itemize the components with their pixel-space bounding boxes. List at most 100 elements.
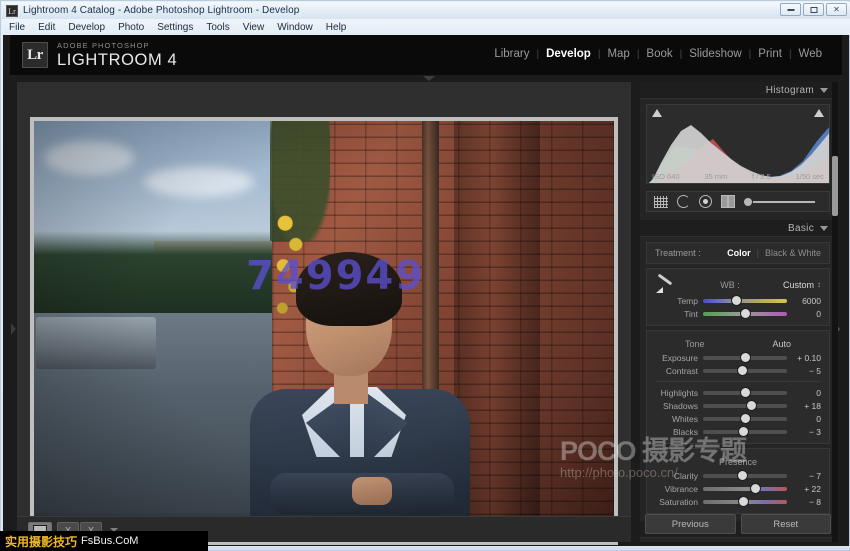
presence-section-title-row: Presence bbox=[655, 454, 821, 469]
shadow-clipping-indicator-icon[interactable] bbox=[652, 109, 662, 117]
white-balance-selector-icon[interactable] bbox=[655, 276, 677, 294]
slider-value-exposure: + 0.10 bbox=[787, 353, 821, 363]
module-develop[interactable]: Develop bbox=[539, 48, 598, 60]
module-library[interactable]: Library bbox=[487, 48, 536, 60]
scrollbar-thumb[interactable] bbox=[832, 156, 838, 216]
menu-item-settings[interactable]: Settings bbox=[157, 22, 193, 33]
menu-item-edit[interactable]: Edit bbox=[38, 22, 55, 33]
basic-panel-header[interactable]: Basic bbox=[640, 220, 836, 237]
identity-line-1: ADOBE PHOTOSHOP bbox=[57, 42, 177, 50]
module-web[interactable]: Web bbox=[792, 48, 829, 60]
slider-knob-shadows[interactable] bbox=[747, 401, 756, 410]
wb-label: WB : bbox=[720, 280, 740, 290]
histogram-chart[interactable]: ISO 640 35 mm f / 2.5 1/50 sec bbox=[646, 104, 830, 184]
slider-track-highlights[interactable] bbox=[703, 386, 787, 399]
module-print[interactable]: Print bbox=[751, 48, 789, 60]
slider-saturation[interactable]: Saturation − 8 bbox=[655, 495, 821, 508]
slider-label-contrast: Contrast bbox=[655, 366, 703, 376]
slider-knob-saturation[interactable] bbox=[739, 497, 748, 506]
close-button[interactable]: ✕ bbox=[826, 3, 847, 16]
auto-tone-button[interactable]: Auto bbox=[772, 339, 791, 349]
slider-track-contrast[interactable] bbox=[703, 364, 787, 377]
highlight-clipping-indicator-icon[interactable] bbox=[814, 109, 824, 117]
slider-track-temp[interactable] bbox=[703, 294, 787, 307]
menu-item-file[interactable]: File bbox=[9, 22, 25, 33]
module-map[interactable]: Map bbox=[600, 48, 636, 60]
slider-knob-tint[interactable] bbox=[741, 309, 750, 318]
window-controls: ✕ bbox=[780, 3, 847, 16]
slider-label-shadows: Shadows bbox=[655, 401, 703, 411]
slider-blacks[interactable]: Blacks − 3 bbox=[655, 425, 821, 438]
right-panel-scrollbar[interactable] bbox=[832, 82, 838, 542]
identity-plate[interactable]: Lr ADOBE PHOTOSHOP LIGHTROOM 4 bbox=[22, 42, 177, 68]
slider-clarity[interactable]: Clarity − 7 bbox=[655, 469, 821, 482]
graduated-filter-icon[interactable] bbox=[721, 195, 735, 208]
slider-track-clarity[interactable] bbox=[703, 469, 787, 482]
slider-value-temp: 6000 bbox=[787, 296, 821, 306]
lightroom-window: Lr Lightroom 4 Catalog - Adobe Photoshop… bbox=[0, 0, 850, 551]
spot-removal-icon[interactable] bbox=[677, 195, 690, 208]
treatment-bw-option[interactable]: Black & White bbox=[765, 248, 821, 258]
slider-knob-highlights[interactable] bbox=[741, 388, 750, 397]
histogram-panel-header[interactable]: Histogram bbox=[640, 82, 836, 99]
slider-track-exposure[interactable] bbox=[703, 351, 787, 364]
slider-contrast[interactable]: Contrast − 5 bbox=[655, 364, 821, 377]
adjustment-brush-icon[interactable] bbox=[744, 198, 815, 206]
slider-knob-contrast[interactable] bbox=[738, 366, 747, 375]
window-title: Lightroom 4 Catalog - Adobe Photoshop Li… bbox=[23, 5, 299, 16]
slider-bar-vibrance bbox=[703, 487, 787, 491]
left-panel-collapse-arrow-icon[interactable] bbox=[11, 323, 16, 335]
slider-knob-clarity[interactable] bbox=[738, 471, 747, 480]
red-eye-correction-icon[interactable] bbox=[699, 195, 712, 208]
slider-label-highlights: Highlights bbox=[655, 388, 703, 398]
slider-temp[interactable]: Temp 6000 bbox=[655, 294, 821, 307]
slider-knob-blacks[interactable] bbox=[739, 427, 748, 436]
chevron-down-icon[interactable] bbox=[820, 226, 828, 231]
menu-item-help[interactable]: Help bbox=[326, 22, 347, 33]
slider-knob-whites[interactable] bbox=[741, 414, 750, 423]
crop-overlay-icon[interactable] bbox=[654, 196, 668, 208]
menu-item-photo[interactable]: Photo bbox=[118, 22, 144, 33]
module-slideshow[interactable]: Slideshow bbox=[682, 48, 748, 60]
slider-track-blacks[interactable] bbox=[703, 425, 787, 438]
menu-item-tools[interactable]: Tools bbox=[206, 22, 229, 33]
slider-label-saturation: Saturation bbox=[655, 497, 703, 507]
top-panel-collapse-arrow-icon[interactable] bbox=[423, 76, 435, 81]
presence-box: Presence Clarity − 7 Vibrance bbox=[646, 448, 830, 514]
slider-highlights[interactable]: Highlights 0 bbox=[655, 386, 821, 399]
reset-button[interactable]: Reset bbox=[741, 514, 832, 534]
minimize-button[interactable] bbox=[780, 3, 801, 16]
menu-item-develop[interactable]: Develop bbox=[68, 22, 105, 33]
treatment-color-option[interactable]: Color bbox=[727, 248, 751, 258]
slider-value-highlights: 0 bbox=[787, 388, 821, 398]
slider-track-saturation[interactable] bbox=[703, 495, 787, 508]
slider-shadows[interactable]: Shadows + 18 bbox=[655, 399, 821, 412]
slider-track-shadows[interactable] bbox=[703, 399, 787, 412]
slider-vibrance[interactable]: Vibrance + 22 bbox=[655, 482, 821, 495]
module-book[interactable]: Book bbox=[639, 48, 679, 60]
photo-image[interactable]: 749949 bbox=[34, 121, 614, 541]
chevron-down-icon[interactable] bbox=[820, 88, 828, 93]
slider-track-tint[interactable] bbox=[703, 307, 787, 320]
treatment-label: Treatment : bbox=[655, 248, 701, 258]
slider-exposure[interactable]: Exposure + 0.10 bbox=[655, 351, 821, 364]
maximize-button[interactable] bbox=[803, 3, 824, 16]
slider-tint[interactable]: Tint 0 bbox=[655, 307, 821, 320]
exif-focal: 35 mm bbox=[704, 172, 727, 181]
previous-button[interactable]: Previous bbox=[645, 514, 736, 534]
slider-knob-vibrance[interactable] bbox=[751, 484, 760, 493]
menu-item-view[interactable]: View bbox=[243, 22, 265, 33]
slider-whites[interactable]: Whites 0 bbox=[655, 412, 821, 425]
slider-value-clarity: − 7 bbox=[787, 471, 821, 481]
slider-knob-exposure[interactable] bbox=[741, 353, 750, 362]
wb-preset-dropdown[interactable]: Custom ↕ bbox=[783, 280, 821, 290]
slider-knob-temp[interactable] bbox=[732, 296, 741, 305]
photo-trees bbox=[34, 231, 272, 326]
slider-value-blacks: − 3 bbox=[787, 427, 821, 437]
slider-track-whites[interactable] bbox=[703, 412, 787, 425]
slider-track-vibrance[interactable] bbox=[703, 482, 787, 495]
slider-label-whites: Whites bbox=[655, 414, 703, 424]
histogram-panel-title: Histogram bbox=[766, 85, 814, 96]
menu-item-window[interactable]: Window bbox=[277, 22, 313, 33]
slider-label-blacks: Blacks bbox=[655, 427, 703, 437]
